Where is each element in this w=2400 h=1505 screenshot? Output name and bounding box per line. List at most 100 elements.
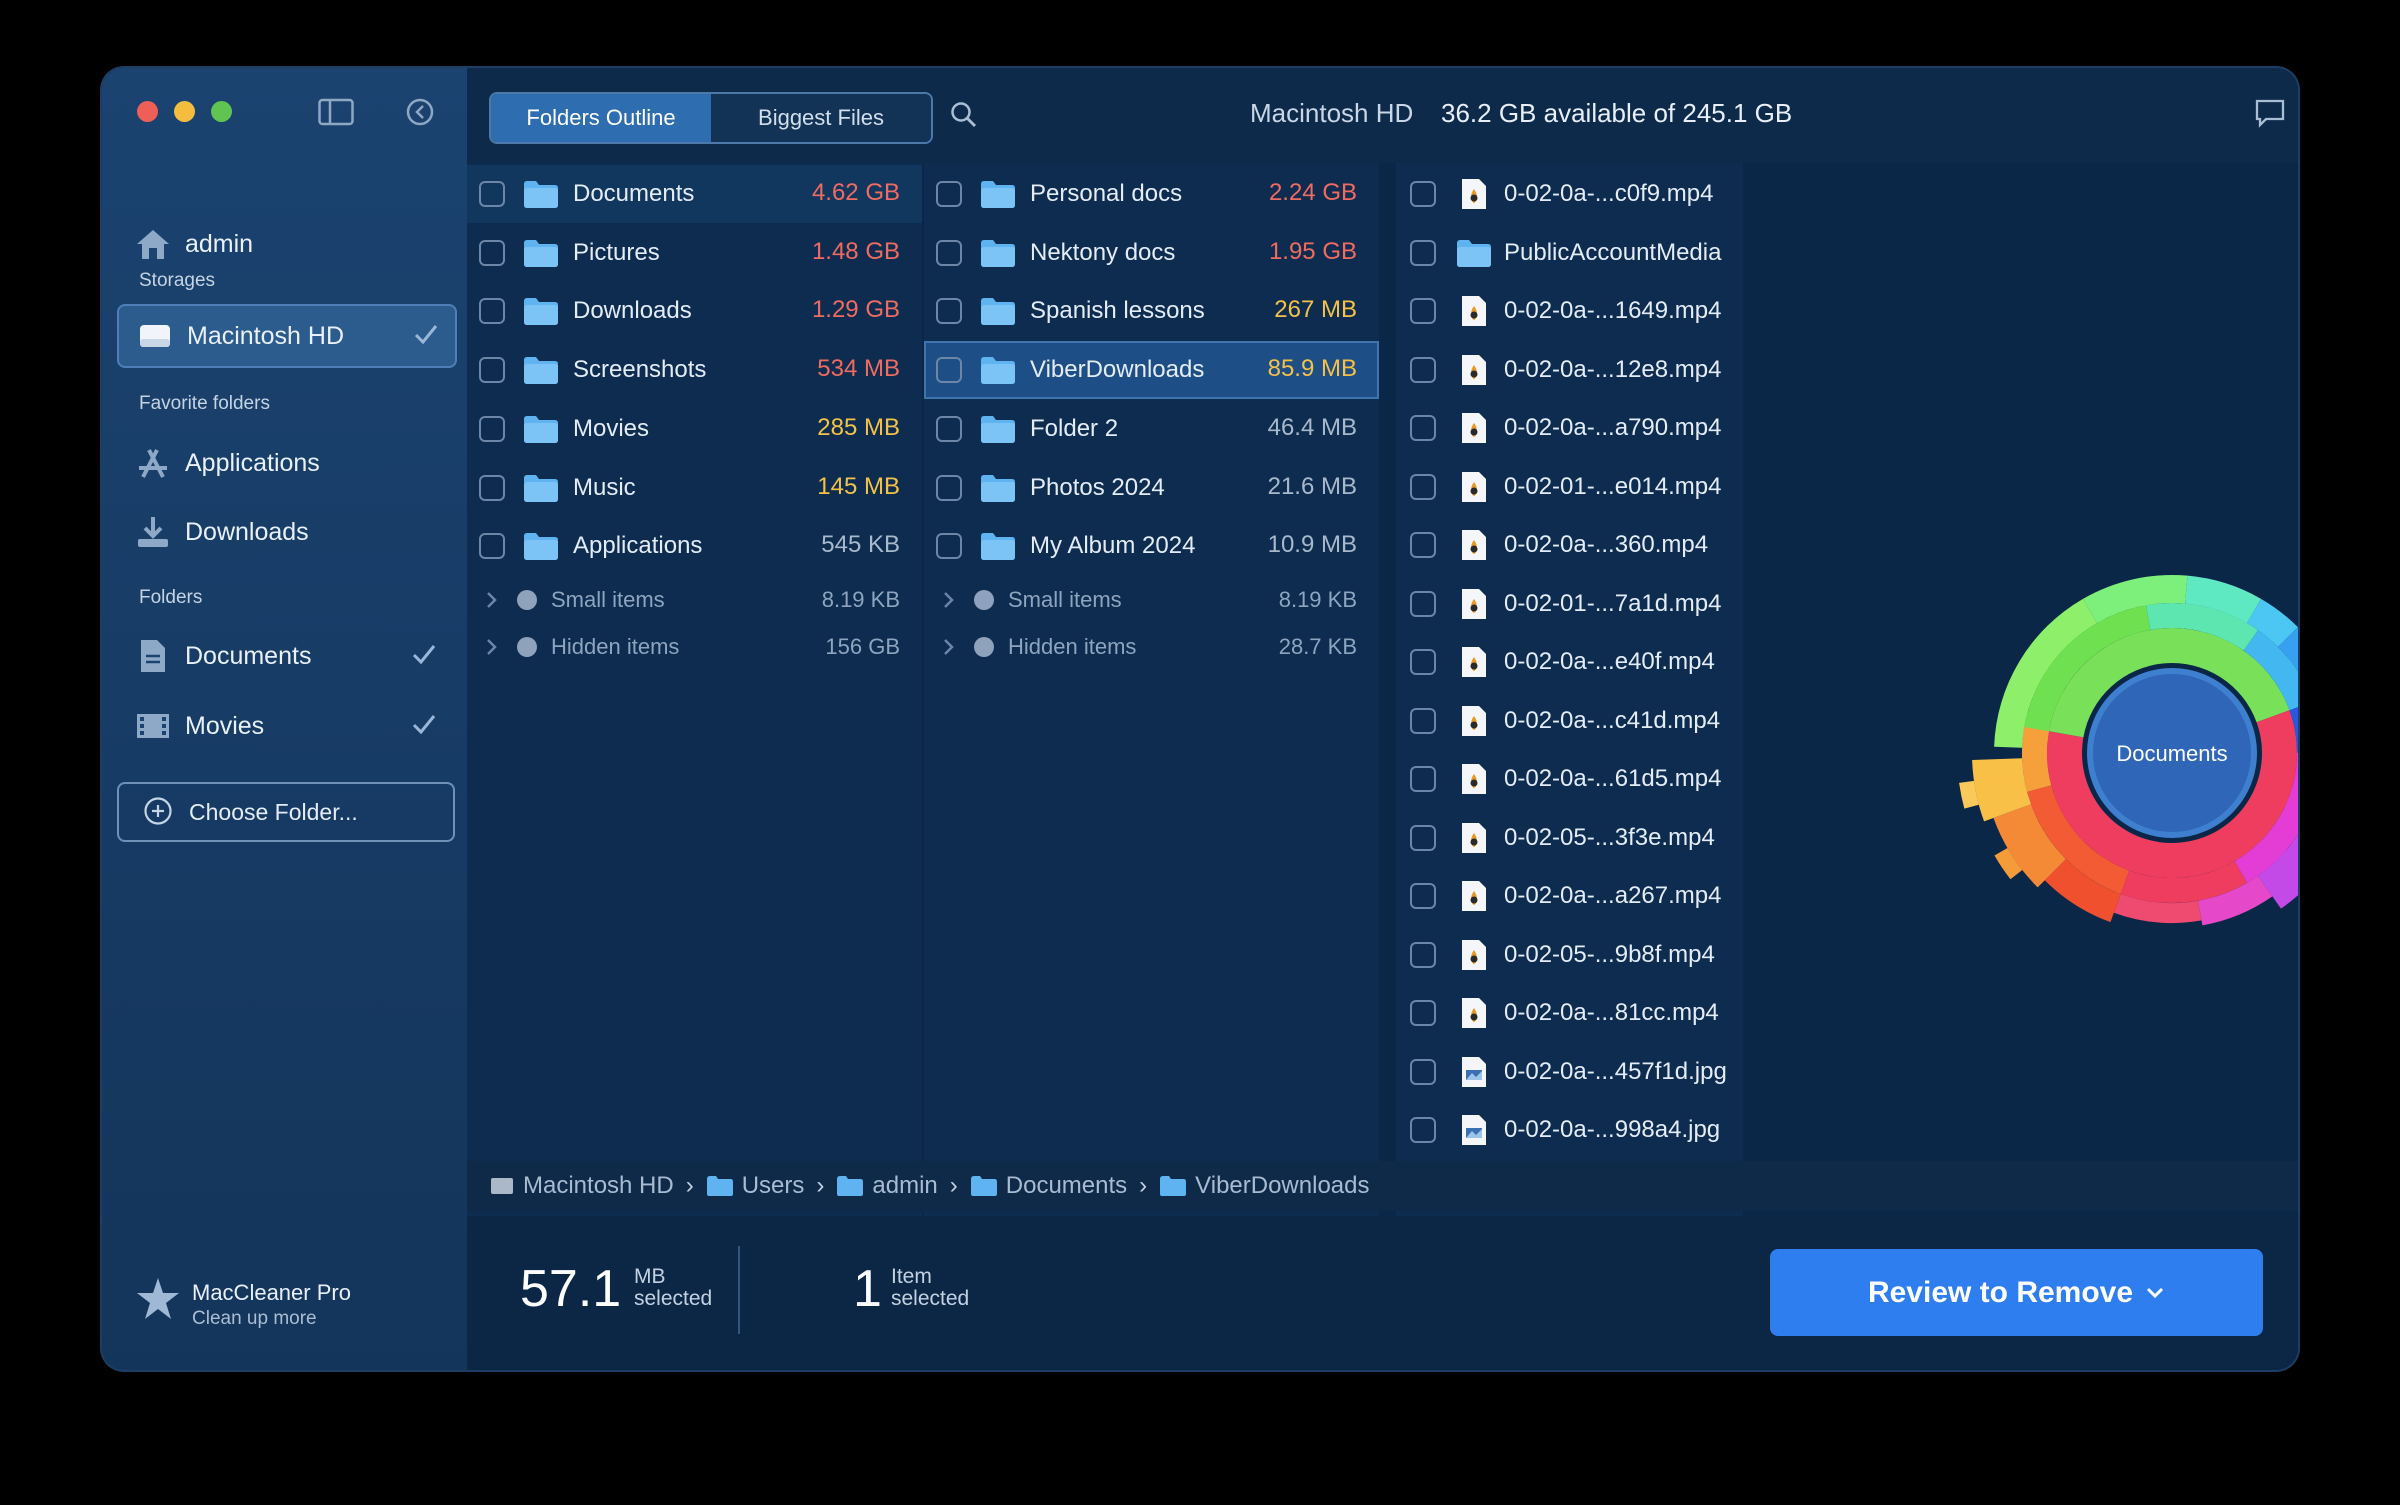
row-checkbox[interactable] bbox=[1410, 239, 1436, 266]
row-checkbox[interactable] bbox=[1410, 415, 1436, 441]
summary-row[interactable]: Small items 8.19 KB bbox=[924, 578, 1379, 622]
row-checkbox[interactable] bbox=[479, 298, 505, 325]
file-row[interactable]: 0-02-05-...9b8f.mp4 bbox=[1396, 926, 1743, 984]
file-row[interactable]: PublicAccountMedia bbox=[1396, 224, 1743, 282]
folder-row[interactable]: Pictures 1.48 GB bbox=[467, 224, 922, 282]
feedback-icon[interactable] bbox=[2254, 98, 2286, 133]
file-row[interactable]: 0-02-0a-...1649.mp4 bbox=[1396, 282, 1743, 340]
folder-row[interactable]: ViberDownloads 85.9 MB bbox=[924, 341, 1379, 400]
file-row[interactable]: 0-02-01-...7a1d.mp4 bbox=[1396, 575, 1743, 633]
row-checkbox[interactable] bbox=[1410, 298, 1436, 324]
sidebar-item-user[interactable]: admin bbox=[117, 214, 453, 274]
folder-row[interactable]: Music 145 MB bbox=[467, 459, 922, 517]
checkmark-icon bbox=[411, 713, 437, 740]
row-checkbox[interactable] bbox=[479, 533, 505, 560]
tab-biggest-files[interactable]: Biggest Files bbox=[711, 94, 931, 142]
tab-folders-outline[interactable]: Folders Outline bbox=[491, 94, 711, 142]
promo-title[interactable]: MacCleaner Pro bbox=[192, 1280, 351, 1306]
file-row[interactable]: 0-02-0a-...e40f.mp4 bbox=[1396, 633, 1743, 691]
folder-row[interactable]: Personal docs 2.24 GB bbox=[924, 165, 1379, 223]
ring2-segment[interactable] bbox=[2022, 726, 2052, 792]
row-checkbox[interactable] bbox=[1410, 649, 1436, 675]
breadcrumb-item[interactable]: admin bbox=[836, 1172, 938, 1200]
row-checkbox[interactable] bbox=[1410, 1117, 1436, 1143]
breadcrumb-item[interactable]: Users bbox=[706, 1172, 804, 1200]
row-checkbox[interactable] bbox=[1410, 532, 1436, 558]
row-checkbox[interactable] bbox=[479, 357, 505, 384]
folder-row[interactable]: Nektony docs 1.95 GB bbox=[924, 224, 1379, 282]
breadcrumb-item[interactable]: ViberDownloads bbox=[1159, 1172, 1369, 1200]
file-row[interactable]: 0-02-0a-...c41d.mp4 bbox=[1396, 692, 1743, 750]
chevron-right-icon[interactable] bbox=[942, 590, 956, 610]
folder-row[interactable]: My Album 2024 10.9 MB bbox=[924, 517, 1379, 575]
row-checkbox[interactable] bbox=[479, 474, 505, 501]
row-checkbox[interactable] bbox=[1410, 1000, 1436, 1026]
sunburst-chart[interactable]: Documents bbox=[1862, 478, 2298, 1098]
zoom-window-button[interactable] bbox=[211, 101, 232, 122]
file-row[interactable]: 0-02-0a-...81cc.mp4 bbox=[1396, 984, 1743, 1042]
sidebar-item-downloads[interactable]: Downloads bbox=[117, 502, 453, 562]
close-window-button[interactable] bbox=[137, 101, 158, 122]
row-checkbox[interactable] bbox=[1410, 824, 1436, 851]
file-row[interactable]: 0-02-0a-...61d5.mp4 bbox=[1396, 750, 1743, 808]
row-checkbox[interactable] bbox=[936, 239, 962, 266]
row-checkbox[interactable] bbox=[936, 533, 962, 560]
file-row[interactable]: 0-02-05-...3f3e.mp4 bbox=[1396, 809, 1743, 867]
row-checkbox[interactable] bbox=[479, 415, 505, 442]
search-icon[interactable] bbox=[949, 100, 979, 135]
chevron-right-icon[interactable] bbox=[485, 637, 499, 657]
chevron-right-icon[interactable] bbox=[485, 590, 499, 610]
folder-row[interactable]: Folder 2 46.4 MB bbox=[924, 400, 1379, 458]
file-row[interactable]: 0-02-0a-...998a4.jpg bbox=[1396, 1101, 1743, 1159]
row-checkbox[interactable] bbox=[1410, 181, 1436, 207]
file-row[interactable]: 0-02-0a-...12e8.mp4 bbox=[1396, 341, 1743, 399]
file-name: 0-02-01-...7a1d.mp4 bbox=[1504, 589, 1722, 617]
row-checkbox[interactable] bbox=[936, 474, 962, 501]
row-checkbox[interactable] bbox=[936, 415, 962, 442]
file-name: 0-02-01-...e014.mp4 bbox=[1504, 472, 1722, 500]
breadcrumb-item[interactable]: Macintosh HD bbox=[489, 1172, 674, 1200]
row-checkbox[interactable] bbox=[479, 181, 505, 207]
row-checkbox[interactable] bbox=[936, 181, 962, 207]
summary-row[interactable]: Hidden items 156 GB bbox=[467, 625, 922, 669]
folder-row[interactable]: Documents 4.62 GB bbox=[467, 165, 922, 223]
minimize-window-button[interactable] bbox=[174, 101, 195, 122]
maccleaner-logo-icon[interactable] bbox=[135, 1276, 181, 1327]
row-checkbox[interactable] bbox=[479, 239, 505, 266]
folder-row[interactable]: Photos 2024 21.6 MB bbox=[924, 459, 1379, 517]
row-checkbox[interactable] bbox=[1410, 707, 1436, 734]
folder-row[interactable]: Downloads 1.29 GB bbox=[467, 282, 922, 340]
file-row[interactable]: 0-02-0a-...c0f9.mp4 bbox=[1396, 165, 1743, 223]
summary-row[interactable]: Small items 8.19 KB bbox=[467, 578, 922, 622]
folder-row[interactable]: Applications 545 KB bbox=[467, 517, 922, 575]
row-checkbox[interactable] bbox=[1410, 473, 1436, 500]
folder-row[interactable]: Spanish lessons 267 MB bbox=[924, 282, 1379, 340]
folder-row[interactable]: Screenshots 534 MB bbox=[467, 341, 922, 399]
file-row[interactable]: 0-02-0a-...a267.mp4 bbox=[1396, 867, 1743, 925]
row-checkbox[interactable] bbox=[1410, 1058, 1436, 1085]
sidebar-toggle-icon[interactable] bbox=[316, 92, 356, 132]
chevron-right-icon[interactable] bbox=[942, 637, 956, 657]
row-checkbox[interactable] bbox=[936, 298, 962, 325]
row-checkbox[interactable] bbox=[1410, 766, 1436, 792]
choose-folder-button[interactable]: Choose Folder... bbox=[117, 782, 455, 842]
sidebar-item-movies[interactable]: Movies bbox=[117, 696, 453, 756]
sidebar-item-applications[interactable]: Applications bbox=[117, 433, 453, 493]
file-row[interactable]: 0-02-0a-...a790.mp4 bbox=[1396, 399, 1743, 457]
back-icon[interactable] bbox=[400, 92, 440, 132]
row-checkbox[interactable] bbox=[1410, 590, 1436, 617]
folder-row[interactable]: Movies 285 MB bbox=[467, 400, 922, 458]
sidebar-item-macintosh-hd[interactable]: Macintosh HD bbox=[117, 304, 457, 368]
row-checkbox[interactable] bbox=[1410, 941, 1436, 968]
file-row[interactable]: 0-02-0a-...360.mp4 bbox=[1396, 516, 1743, 574]
gray-dot-icon bbox=[517, 636, 537, 657]
breadcrumb-item[interactable]: Documents bbox=[970, 1172, 1127, 1200]
row-checkbox[interactable] bbox=[936, 357, 962, 384]
review-to-remove-button[interactable]: Review to Remove bbox=[1770, 1249, 2263, 1336]
row-checkbox[interactable] bbox=[1410, 356, 1436, 383]
row-checkbox[interactable] bbox=[1410, 883, 1436, 909]
summary-row[interactable]: Hidden items 28.7 KB bbox=[924, 625, 1379, 669]
file-row[interactable]: 0-02-01-...e014.mp4 bbox=[1396, 458, 1743, 516]
sidebar-item-documents[interactable]: Documents bbox=[117, 626, 453, 686]
file-row[interactable]: 0-02-0a-...457f1d.jpg bbox=[1396, 1043, 1743, 1101]
